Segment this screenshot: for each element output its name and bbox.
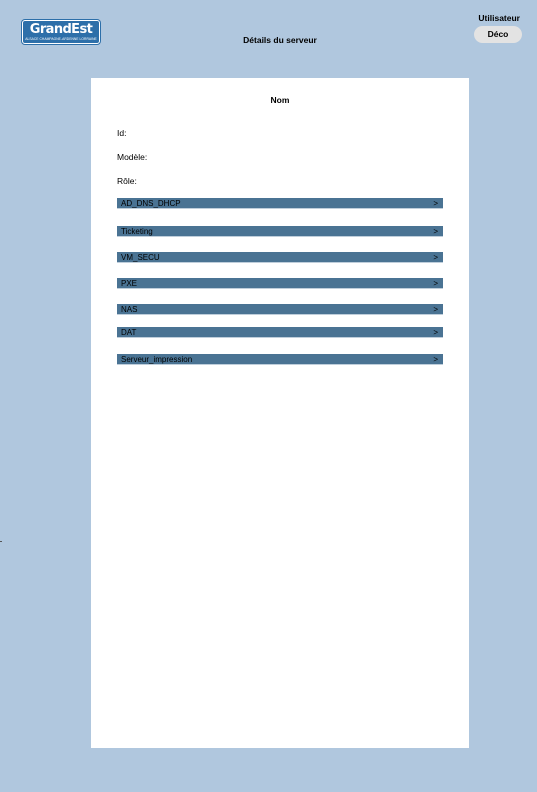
page-title: Détails du serveur <box>243 35 317 45</box>
role-item-pxe[interactable]: PXE > <box>117 278 443 289</box>
user-label: Utilisateur <box>478 13 520 23</box>
server-details-card: Nom Id: Modèle: Rôle: AD_DNS_DHCP > Tick… <box>91 78 469 748</box>
logo-text: GrandEst <box>29 22 93 37</box>
logo: GrandEst ALSACE CHAMPAGNE-ARDENNE LORRAI… <box>22 20 100 44</box>
role-item-dat[interactable]: DAT > <box>117 327 443 338</box>
field-role: Rôle: <box>117 176 137 186</box>
role-label: NAS <box>121 305 138 314</box>
chevron-right-icon: > <box>433 305 438 314</box>
role-label: Ticketing <box>121 227 153 236</box>
field-model: Modèle: <box>117 152 148 162</box>
chevron-right-icon: > <box>433 355 438 364</box>
role-item-ticketing[interactable]: Ticketing > <box>117 226 443 237</box>
chevron-right-icon: > <box>433 279 438 288</box>
role-label: VM_SECU <box>121 253 160 262</box>
logout-button[interactable]: Déco <box>474 26 522 43</box>
role-label: AD_DNS_DHCP <box>121 199 181 208</box>
role-item-ad-dns-dhcp[interactable]: AD_DNS_DHCP > <box>117 198 443 209</box>
field-id: Id: <box>117 128 127 138</box>
chevron-right-icon: > <box>433 328 438 337</box>
role-label: PXE <box>121 279 138 288</box>
server-name-title: Nom <box>270 95 290 105</box>
role-item-vm-secu[interactable]: VM_SECU > <box>117 252 443 263</box>
role-item-serveur-impression[interactable]: Serveur_impression > <box>117 354 443 365</box>
chevron-right-icon: > <box>433 199 438 208</box>
edge-mark <box>0 541 2 542</box>
chevron-right-icon: > <box>433 227 438 236</box>
chevron-right-icon: > <box>433 253 438 262</box>
role-label: DAT <box>121 328 137 337</box>
role-label: Serveur_impression <box>121 355 193 364</box>
role-item-nas[interactable]: NAS > <box>117 304 443 315</box>
logo-subtitle: ALSACE CHAMPAGNE-ARDENNE LORRAINE <box>25 37 97 41</box>
